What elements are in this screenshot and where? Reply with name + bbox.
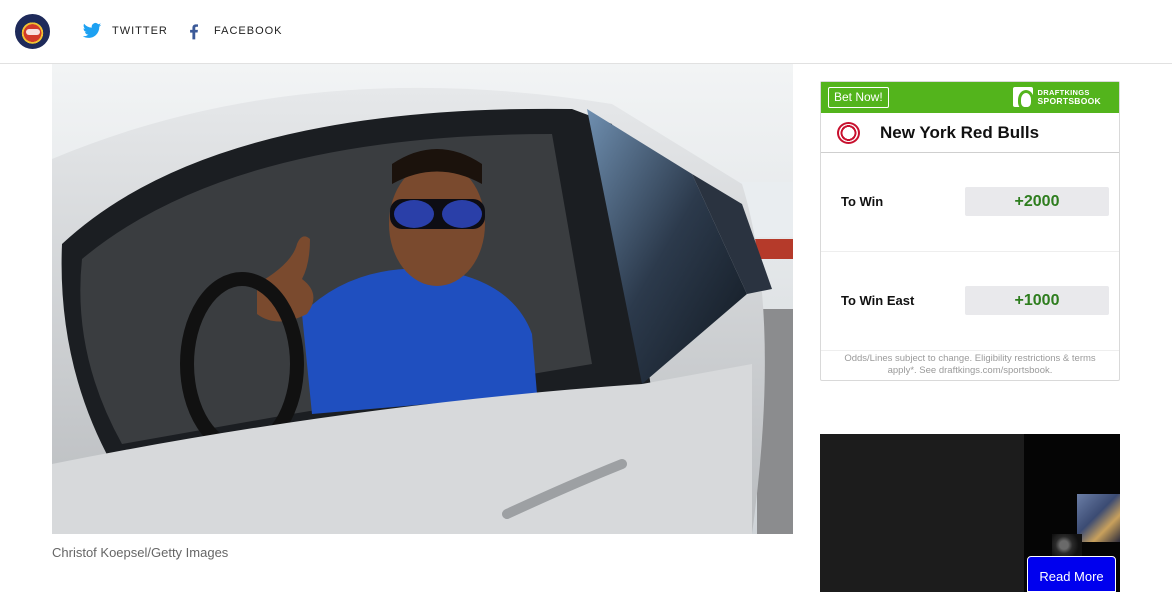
facebook-f-icon [190,24,198,40]
read-more-button[interactable]: Read More [1027,556,1116,592]
odds-line-label: To Win [841,194,884,209]
odds-line: To Win East +1000 [821,252,1119,351]
odds-line-label: To Win East [841,293,915,308]
draftkings-wordmark: DRAFTKINGS SPORTSBOOK [1038,88,1101,106]
photo-credit: Christof Koepsel/Getty Images [52,545,229,560]
hero-photo-illustration [52,64,793,534]
video-ad[interactable]: Read More [820,434,1120,592]
odds-widget: Bet Now! DRAFTKINGS SPORTSBOOK New York … [820,81,1120,381]
bet-now-button[interactable]: Bet Now! [828,87,889,108]
hero-photo [52,64,793,534]
facebook-label: FACEBOOK [214,25,283,37]
twitter-label: TWITTER [112,25,168,37]
site-header: TWITTER FACEBOOK [0,0,1172,64]
odds-widget-header: Bet Now! DRAFTKINGS SPORTSBOOK [821,82,1119,113]
twitter-bird-icon [82,23,102,38]
video-ad-thumbnail [1077,494,1120,542]
odds-disclaimer: Odds/Lines subject to change. Eligibilit… [844,353,1096,376]
odds-value-button[interactable]: +2000 [965,187,1109,216]
odds-value-button[interactable]: +1000 [965,286,1109,315]
sponsor-line2: SPORTSBOOK [1037,96,1101,106]
team-crest-icon [837,121,860,144]
team-row: New York Red Bulls [821,113,1119,153]
site-logo[interactable] [15,14,50,49]
odds-line: To Win +2000 [821,153,1119,252]
video-ad-thumbnail-small [1052,534,1082,556]
facebook-share-link[interactable]: FACEBOOK [184,21,283,41]
draftkings-logo[interactable]: DRAFTKINGS SPORTSBOOK [1012,87,1101,110]
team-name: New York Red Bulls [880,122,1040,142]
draftkings-crown-icon [1012,87,1034,110]
twitter-share-link[interactable]: TWITTER [82,21,168,41]
